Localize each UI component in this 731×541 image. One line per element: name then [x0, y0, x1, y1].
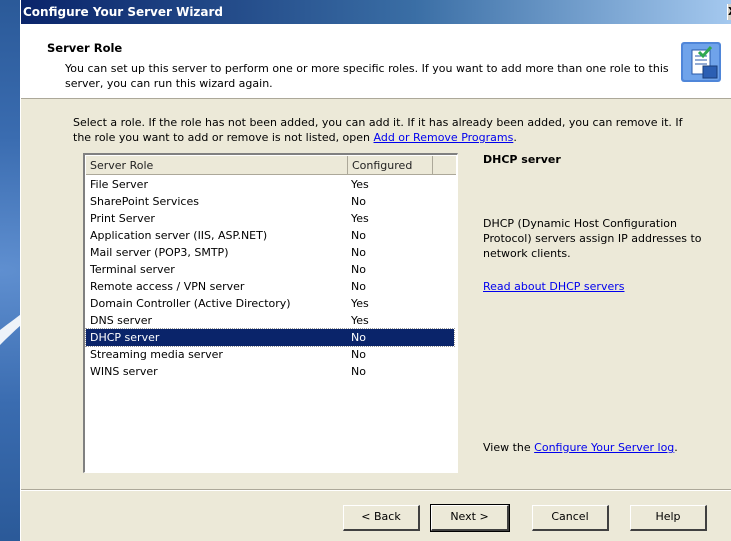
role-name: Print Server [90, 212, 155, 225]
server-wizard-icon [681, 42, 721, 82]
role-configured-status: No [351, 246, 366, 259]
back-button[interactable]: < Back [343, 505, 420, 531]
role-configured-status: No [351, 331, 366, 344]
column-header-server-role[interactable]: Server Role [86, 156, 348, 175]
instructions-suffix: . [513, 131, 517, 144]
role-configured-status: Yes [351, 297, 369, 310]
add-remove-programs-link[interactable]: Add or Remove Programs [374, 131, 514, 144]
list-item[interactable]: DHCP server No [85, 328, 455, 347]
role-name: DHCP server [90, 331, 160, 344]
role-name: SharePoint Services [90, 195, 199, 208]
configure-server-log-link[interactable]: Configure Your Server log [534, 441, 674, 454]
window-title: Configure Your Server Wizard [23, 5, 224, 19]
list-item[interactable]: Remote access / VPN server No [86, 278, 454, 295]
list-rows: File Server Yes SharePoint Services No Print… [85, 176, 455, 380]
list-item[interactable]: Streaming media server No [86, 346, 454, 363]
role-name: Application server (IIS, ASP.NET) [90, 229, 268, 242]
role-configured-status: No [351, 229, 366, 242]
detail-description: DHCP (Dynamic Host Configuration Protoco… [483, 217, 702, 260]
list-item[interactable]: Terminal server No [86, 261, 454, 278]
list-item[interactable]: DNS server Yes [86, 312, 454, 329]
role-name: Streaming media server [90, 348, 223, 361]
log-prefix: View the [483, 441, 531, 454]
list-item[interactable]: SharePoint Services No [86, 193, 454, 210]
role-name: DNS server [90, 314, 152, 327]
button-divider [21, 489, 731, 491]
role-configured-status: No [351, 195, 366, 208]
cancel-button[interactable]: Cancel [532, 505, 609, 531]
column-header-filler [433, 156, 456, 175]
list-item[interactable]: Application server (IIS, ASP.NET) No [86, 227, 454, 244]
role-name: Terminal server [90, 263, 175, 276]
log-suffix: . [674, 441, 678, 454]
wizard-window: Configure Your Server Wizard X Server Ro… [20, 0, 731, 541]
column-header-configured[interactable]: Configured [348, 156, 433, 175]
detail-title: DHCP server [483, 153, 561, 166]
wizard-header: Server Role You can set up this server t… [21, 24, 731, 99]
read-about-dhcp-link[interactable]: Read about DHCP servers [483, 280, 624, 293]
role-configured-status: No [351, 280, 366, 293]
list-item[interactable]: Mail server (POP3, SMTP) No [86, 244, 454, 261]
role-configured-status: Yes [351, 212, 369, 225]
list-header: Server Role Configured [86, 156, 456, 175]
instructions-text: Select a role. If the role has not been … [73, 115, 693, 145]
list-item[interactable]: WINS server No [86, 363, 454, 380]
role-configured-status: No [351, 365, 366, 378]
next-button[interactable]: Next > [430, 504, 510, 532]
close-button[interactable]: X [727, 4, 731, 20]
role-name: Domain Controller (Active Directory) [90, 297, 291, 310]
title-bar[interactable]: Configure Your Server Wizard X [21, 0, 731, 24]
page-title: Server Role [47, 41, 123, 55]
role-name: Remote access / VPN server [90, 280, 245, 293]
list-item[interactable]: File Server Yes [86, 176, 454, 193]
list-item[interactable]: Domain Controller (Active Directory) Yes [86, 295, 454, 312]
log-line: View the Configure Your Server log. [483, 441, 678, 454]
server-role-list[interactable]: Server Role Configured File Server Yes Sha… [83, 153, 458, 473]
role-configured-status: No [351, 348, 366, 361]
page-description: You can set up this server to perform on… [65, 62, 669, 90]
help-button[interactable]: Help [630, 505, 707, 531]
role-configured-status: No [351, 263, 366, 276]
role-configured-status: Yes [351, 178, 369, 191]
role-name: Mail server (POP3, SMTP) [90, 246, 229, 259]
list-item[interactable]: Print Server Yes [86, 210, 454, 227]
role-configured-status: Yes [351, 314, 369, 327]
role-name: WINS server [90, 365, 158, 378]
role-name: File Server [90, 178, 148, 191]
